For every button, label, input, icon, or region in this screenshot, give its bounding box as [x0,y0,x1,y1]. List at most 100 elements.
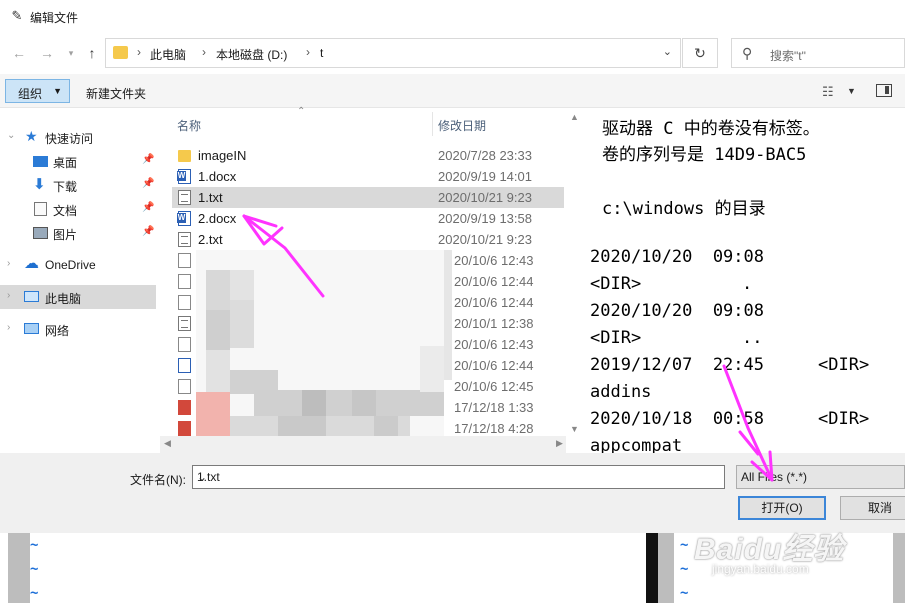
filename-label: 文件名(N): [130,473,186,487]
scroll-down-arrow-icon[interactable]: ▼ [570,424,579,434]
nav-item-desktop[interactable]: 桌面 📌 [0,149,156,173]
window-title: 编辑文件 [30,11,79,25]
forward-arrow-icon[interactable]: → [38,44,56,62]
breadcrumb-drive-d[interactable]: 本地磁盘 (D:) [216,46,287,63]
open-button[interactable]: 打开(O) [738,496,826,520]
file-row[interactable]: 2.txt 2020/10/21 9:23 [172,229,564,250]
nav-quick-access[interactable]: ⌄ ★ 快速访问 [0,125,156,149]
search-box[interactable]: ⚲ 搜索"t" [731,38,905,68]
file-type-select[interactable]: All Files (*.*) [736,465,905,489]
network-icon [24,323,39,334]
scroll-left-arrow-icon[interactable]: ◀ [164,438,171,449]
nav-onedrive[interactable]: › ☁ OneDrive [0,253,156,277]
pixelated-privacy-blur [196,250,452,442]
pdf-file-icon [178,400,191,415]
text-file-icon [178,190,191,205]
file-list-vertical-scrollbar[interactable]: ▲ ▼ [566,108,582,453]
file-row[interactable]: 1.docx 2020/9/19 14:01 [172,166,564,187]
breadcrumb-chevron-icon[interactable]: › [137,45,141,59]
file-name: 2.txt [198,232,223,247]
nav-onedrive-label: OneDrive [45,258,96,272]
file-modified-date: 20/10/6 12:44 [454,358,534,373]
preview-line: . [742,274,753,294]
organize-label: 组织 [18,87,43,101]
nav-this-pc[interactable]: › 此电脑 [0,285,156,309]
filename-input[interactable]: 1.txt ⌄ [192,465,725,489]
text-file-icon [178,316,191,331]
preview-line: .. [742,328,763,348]
text-file-icon [178,232,191,247]
up-arrow-icon[interactable]: ↑ [83,44,101,62]
refresh-button[interactable]: ↻ [682,38,718,68]
scroll-right-arrow-icon[interactable]: ▶ [556,438,563,449]
preview-line: 2020/10/20 09:08 [590,247,764,267]
breadcrumb-chevron-icon[interactable]: › [202,45,206,59]
text-file-icon [178,274,191,289]
file-row[interactable]: 2.docx 2020/9/19 13:58 [172,208,564,229]
view-options-chevron-icon[interactable]: ▼ [847,86,856,96]
scroll-up-arrow-icon[interactable]: ▲ [570,112,579,122]
file-row[interactable]: 1.txt 2020/10/21 9:23 [172,187,564,208]
vim-app-icon: ✎ [11,8,23,23]
pin-icon: 📌 [142,202,155,213]
back-arrow-icon[interactable]: ← [10,44,28,62]
expand-chevron-icon[interactable]: ⌄ [7,130,15,141]
nav-network-label: 网络 [45,324,70,338]
nav-network[interactable]: › 网络 [0,317,156,341]
text-file-icon [178,379,191,394]
expand-chevron-icon[interactable]: › [7,322,10,333]
file-modified-date: 20/10/6 12:45 [454,379,534,394]
address-dropdown-chevron-icon[interactable]: ⌄ [663,45,672,58]
text-file-icon [178,358,191,373]
file-name: 1.docx [198,169,237,184]
file-modified-date: 20/10/6 12:43 [454,253,534,268]
preview-pane-toggle-icon[interactable] [876,84,892,97]
column-divider[interactable] [432,112,433,136]
column-header-date[interactable]: 修改日期 [438,117,486,147]
column-header-name[interactable]: 名称 [177,117,201,147]
preview-line: c:\windows 的目录 [602,199,766,219]
preview-line: 驱动器 C 中的卷没有标签。 [602,119,820,139]
file-modified-date: 17/12/18 1:33 [454,400,534,415]
new-folder-button[interactable]: 新建文件夹 [86,85,146,102]
dialog-footer: 文件名(N): 1.txt ⌄ All Files (*.*) 打开(O) 取消 [0,453,905,533]
expand-chevron-icon[interactable]: › [7,290,10,301]
address-bar[interactable]: › 此电脑 › 本地磁盘 (D:) › t ⌄ [105,38,681,68]
vim-scrollbar [893,533,905,603]
vim-empty-line-marker: ~ [30,537,39,553]
file-modified-date: 20/10/6 12:43 [454,337,534,352]
preview-line: <DIR> [818,409,870,429]
preview-line: appcompat [590,436,683,453]
preview-line: 卷的序列号是 14D9-BAC5 [602,145,807,165]
chevron-down-icon: ▼ [53,86,62,96]
file-row[interactable]: imageIN 2020/7/28 23:33 [172,145,564,166]
breadcrumb-folder-t[interactable]: t [320,46,323,60]
breadcrumb-this-pc[interactable]: 此电脑 [150,46,186,63]
breadcrumb-chevron-icon[interactable]: › [306,45,310,59]
vim-empty-line-marker: ~ [30,585,39,601]
nav-item-label: 图片 [53,228,78,242]
nav-item-downloads[interactable]: ⬇ 下载 📌 [0,173,156,197]
command-toolbar: 组织 ▼ 新建文件夹 ☷ ▼ [0,74,905,108]
preview-line: 2019/12/07 22:45 [590,355,764,375]
navigation-pane: ⌄ ★ 快速访问 桌面 📌 ⬇ 下载 📌 文档 📌 图片 📌 › ☁ OneDr… [0,108,160,453]
preview-line: <DIR> [590,328,642,348]
expand-chevron-icon[interactable]: › [7,258,10,269]
nav-item-pictures[interactable]: 图片 📌 [0,221,156,245]
cancel-button[interactable]: 取消 [840,496,905,520]
pdf-file-icon [178,421,191,436]
desktop-icon [33,156,48,167]
file-list-horizontal-scrollbar[interactable]: ◀ ▶ [160,436,566,453]
search-icon: ⚲ [742,45,753,61]
text-file-icon [178,337,191,352]
view-options-icon[interactable]: ☷ [822,84,834,100]
filename-history-chevron-icon[interactable]: ⌄ [197,470,719,484]
computer-icon [24,291,39,302]
recent-locations-chevron-icon[interactable]: ▾ [62,44,80,62]
organize-button[interactable]: 组织 ▼ [5,79,70,103]
sort-ascending-icon: ⌃ [297,106,306,117]
preview-line: <DIR> [590,274,642,294]
nav-item-documents[interactable]: 文档 📌 [0,197,156,221]
vim-empty-line-marker: ~ [30,561,39,577]
file-modified-date: 2020/9/19 13:58 [438,211,532,226]
